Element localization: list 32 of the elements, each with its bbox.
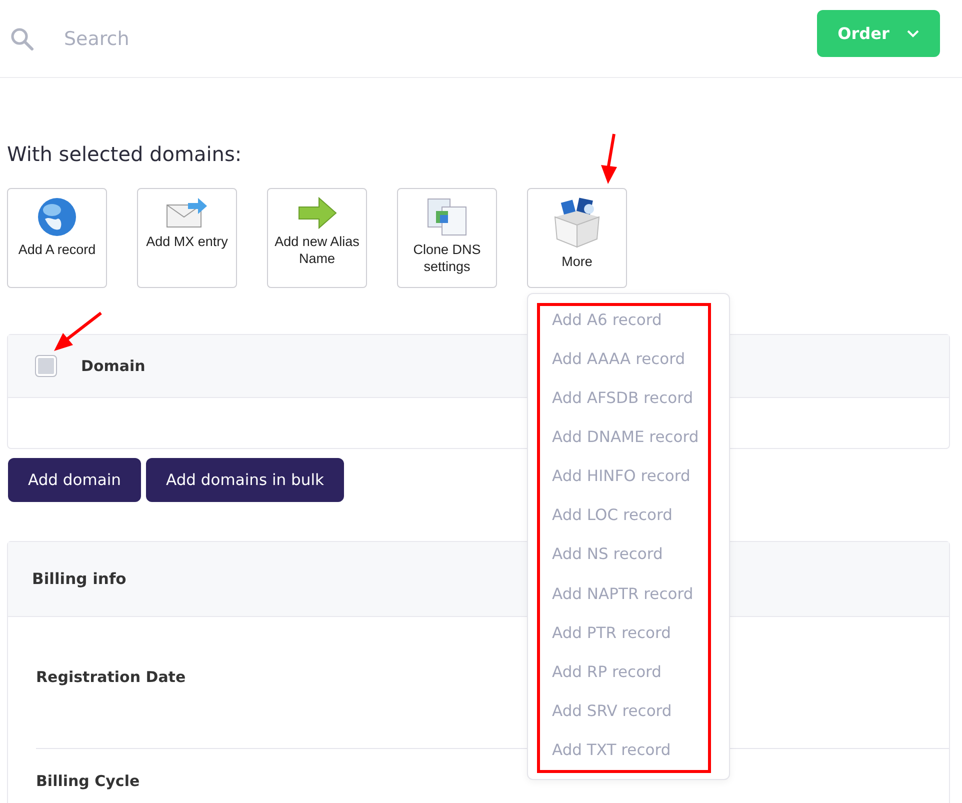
chevron-down-icon xyxy=(907,30,920,38)
menu-item[interactable]: Add AAAA record xyxy=(528,349,729,388)
menu-item[interactable]: Add HINFO record xyxy=(528,466,729,506)
action-tile[interactable]: Clone DNS settings xyxy=(397,188,497,288)
menu-item[interactable]: Add RP record xyxy=(528,662,729,701)
menu-item[interactable]: Add SRV record xyxy=(528,700,729,740)
search-icon xyxy=(10,26,34,50)
menu-item[interactable]: Add DNAME record xyxy=(528,427,729,466)
envelope-icon xyxy=(166,197,208,229)
section-heading: With selected domains: xyxy=(7,142,243,166)
annotation-arrow xyxy=(52,311,102,353)
add-domain-button[interactable]: Add domains in bulk xyxy=(146,458,344,502)
menu-item[interactable]: Add A6 record xyxy=(528,310,729,350)
action-tile[interactable]: More xyxy=(527,188,627,288)
action-tile[interactable]: Add new Alias Name xyxy=(267,188,367,288)
menu-item[interactable]: Add PTR record xyxy=(528,622,729,662)
menu-item[interactable]: Add LOC record xyxy=(528,505,729,544)
menu-item[interactable]: Add TXT record xyxy=(528,740,729,779)
arrow-icon xyxy=(297,197,337,229)
column-header: Domain xyxy=(81,357,146,375)
action-tile[interactable]: Add A record xyxy=(7,188,107,288)
menu-item[interactable]: Add AFSDB record xyxy=(528,388,729,428)
field-label: Billing Cycle xyxy=(36,772,140,790)
add-domain-button[interactable]: Add domain xyxy=(8,458,141,502)
globe-icon xyxy=(37,197,77,237)
field-label: Registration Date xyxy=(36,668,186,686)
annotation-arrow xyxy=(598,133,618,185)
order-button[interactable]: Order xyxy=(817,10,940,57)
menu-item[interactable]: Add NS record xyxy=(528,544,729,584)
select-all-checkbox[interactable] xyxy=(35,355,57,377)
action-tile[interactable]: Add MX entry xyxy=(137,188,237,288)
documents-icon xyxy=(426,197,468,237)
